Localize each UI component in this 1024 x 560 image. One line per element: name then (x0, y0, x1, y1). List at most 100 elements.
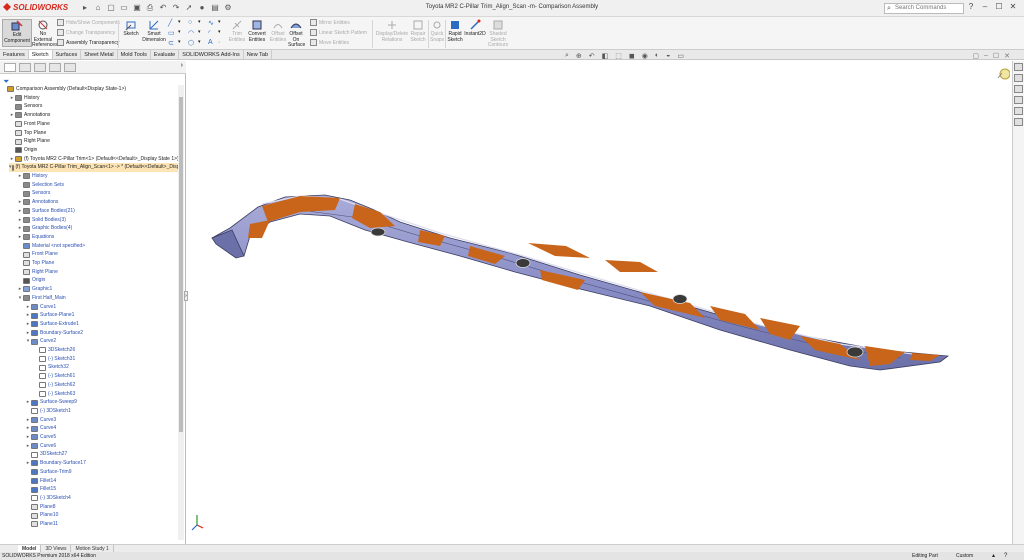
tree-item[interactable]: 3DSketch27 (25, 450, 67, 459)
tree-item[interactable]: 3DSketch26 (33, 346, 75, 355)
view-settings-icon[interactable]: ▭ (677, 52, 684, 60)
status-units[interactable]: Custom (956, 552, 973, 560)
tree-item[interactable]: Material <not specified> (17, 242, 85, 251)
change-transparency-button[interactable]: Change Transparency (57, 29, 115, 36)
solidworks-resources-icon[interactable] (1014, 63, 1023, 71)
appearances-icon[interactable] (1014, 107, 1023, 115)
scrollbar-thumb[interactable] (179, 97, 183, 432)
dropdown-icon[interactable]: ▾ (178, 39, 187, 48)
scene-icon[interactable]: ◒ (666, 52, 670, 60)
tree-item[interactable]: ▸ History (17, 172, 48, 181)
tab-surfaces[interactable]: Surfaces (53, 50, 82, 59)
tree-item[interactable]: ▸ History (9, 94, 40, 103)
tree-item[interactable]: Sensors (17, 189, 50, 198)
tree-item[interactable]: Origin (17, 276, 45, 285)
fillet-icon[interactable]: ◜ (208, 29, 217, 38)
point-icon[interactable]: · (218, 39, 227, 48)
tab-mold-tools[interactable]: Mold Tools (118, 50, 151, 59)
close-icon[interactable]: ✕ (1008, 2, 1018, 11)
smart-dimension-button[interactable]: Smart Dimension (141, 19, 167, 43)
linear-sketch-pattern-button[interactable]: Linear Sketch Pattern (310, 29, 367, 36)
minimize-icon[interactable]: – (984, 52, 988, 60)
hide-show-items-icon[interactable]: ◉ (642, 52, 648, 60)
tree-item[interactable]: ▸ Surface Bodies(21) (17, 207, 75, 216)
dropdown-icon[interactable]: ▾ (218, 29, 227, 38)
arc-icon[interactable]: ◠ (188, 29, 197, 38)
display-manager-tab-icon[interactable] (64, 63, 76, 72)
tree-item[interactable]: (-) Sketch63 (33, 390, 75, 399)
tree-item[interactable]: ▸ Curve6 (25, 442, 56, 451)
instant2d-button[interactable]: Instant2D (463, 19, 487, 38)
tree-item[interactable]: ▸ Equations (17, 233, 54, 242)
dropdown-icon[interactable]: ▾ (218, 19, 227, 28)
previous-view-icon[interactable]: ↶ (589, 52, 595, 60)
expand-arrow-icon[interactable]: ▸ (80, 2, 90, 13)
tree-item[interactable]: Top Plane (9, 129, 46, 138)
dimxpert-tab-icon[interactable] (49, 63, 61, 72)
dropdown-icon[interactable]: ▾ (198, 39, 207, 48)
custom-properties-icon[interactable] (1014, 118, 1023, 126)
model-view[interactable] (187, 61, 1012, 544)
graphics-viewport[interactable]: ⌕ ⊕ ↶ ◧ ⬚ ◼ ◉ ◐ ◒ ▭ ▢ – ☐ ✕ › (184, 52, 1012, 544)
tree-item[interactable]: ▸ Graphic Bodies(4) (17, 224, 72, 233)
display-delete-relations-button[interactable]: Display/Delete Relations (375, 19, 409, 43)
tree-item[interactable]: ▸ Boundary-Surface17 (25, 459, 86, 468)
tree-item[interactable]: Surface-Trim9 (25, 468, 72, 477)
help-icon[interactable]: ? (966, 2, 976, 11)
polygon-icon[interactable]: ⬡ (188, 39, 197, 48)
tree-item[interactable]: Plane10 (25, 511, 58, 520)
view-palette-icon[interactable] (1014, 96, 1023, 104)
tree-item[interactable]: Right Plane (9, 137, 50, 146)
tab-motion-study-1[interactable]: Motion Study 1 (71, 545, 114, 552)
redo-icon[interactable]: ↷ (171, 2, 181, 13)
section-view-icon[interactable]: ◧ (602, 52, 609, 60)
tree-item[interactable]: Front Plane (9, 120, 50, 129)
edit-component-button[interactable]: Edit Component (2, 19, 32, 47)
tree-item[interactable]: ▸ Graphic1 (17, 285, 52, 294)
tree-item[interactable]: Selection Sets (17, 181, 64, 190)
file-properties-icon[interactable]: ▤ (210, 2, 220, 13)
tree-item[interactable]: ▸ Boundary-Surface2 (25, 329, 83, 338)
tree-item[interactable]: ▸ Surface-Sweep9 (25, 398, 77, 407)
tree-item[interactable]: ▾ (f) Toyota MR2 C-Pillar Trim_Align_Scan… (9, 163, 181, 173)
maximize-icon[interactable]: ☐ (993, 52, 999, 60)
no-external-references-button[interactable]: No External References (32, 19, 58, 49)
tree-item[interactable]: Fillet14 (25, 477, 56, 486)
repair-sketch-button[interactable]: Repair Sketch (409, 19, 427, 43)
tree-item[interactable]: Comparison Assembly (Default<Display Sta… (1, 85, 126, 94)
maximize-icon[interactable]: ☐ (994, 2, 1004, 11)
tree-item[interactable]: Sensors (9, 102, 42, 111)
select-icon[interactable]: ➚ (184, 2, 194, 13)
tree-item[interactable]: Top Plane (17, 259, 54, 268)
panel-collapse-arrow-icon[interactable]: › (184, 291, 188, 301)
tree-item[interactable]: ▸ (f) Toyota MR2 C-Pillar Trim<1> (Defaul… (9, 155, 179, 164)
new-document-icon[interactable]: ▢ (106, 2, 116, 13)
trim-entities-button[interactable]: Trim Entities (228, 19, 246, 43)
design-library-icon[interactable] (1014, 74, 1023, 82)
offset-entities-button[interactable]: Offset Entities (268, 19, 288, 43)
tree-item[interactable]: (-) 3DSketch1 (25, 407, 71, 416)
dropdown-icon[interactable]: ▾ (198, 29, 207, 38)
mirror-entities-button[interactable]: Mirror Entities (310, 19, 350, 26)
text-icon[interactable]: A (208, 39, 217, 48)
search-commands-input[interactable]: ⌕ Search Commands (884, 3, 964, 14)
tab-sketch[interactable]: Sketch (28, 50, 53, 59)
tree-item[interactable]: Sketch32 (33, 363, 69, 372)
undo-icon[interactable]: ↶ (158, 2, 168, 13)
view-orientation-icon[interactable]: ⬚ (615, 52, 622, 60)
shaded-sketch-contours-button[interactable]: Shaded Sketch Contours (487, 19, 509, 49)
tab-new-tab[interactable]: New Tab (244, 50, 273, 59)
next-arrow-icon[interactable]: › (181, 62, 183, 71)
home-icon[interactable]: ⌂ (93, 2, 103, 13)
print-icon[interactable]: ⎙ (145, 2, 155, 13)
restore-icon[interactable]: ▢ (972, 52, 979, 60)
sketch-button[interactable]: Sketch (121, 19, 141, 38)
zoom-to-fit-icon[interactable]: ⌕ (565, 52, 569, 60)
tree-item[interactable]: ▸ Curve5 (25, 433, 56, 442)
tree-scrollbar[interactable] (178, 85, 184, 540)
tree-item[interactable]: ▾ First Half_Main (17, 294, 66, 303)
tree-item[interactable]: (-) 3DSketch4 (25, 494, 71, 503)
units-dropdown-icon[interactable]: ▴ (992, 552, 995, 560)
slot-icon[interactable]: ⊂ (168, 39, 177, 48)
hide-show-components-button[interactable]: Hide/Show Components (57, 19, 120, 26)
